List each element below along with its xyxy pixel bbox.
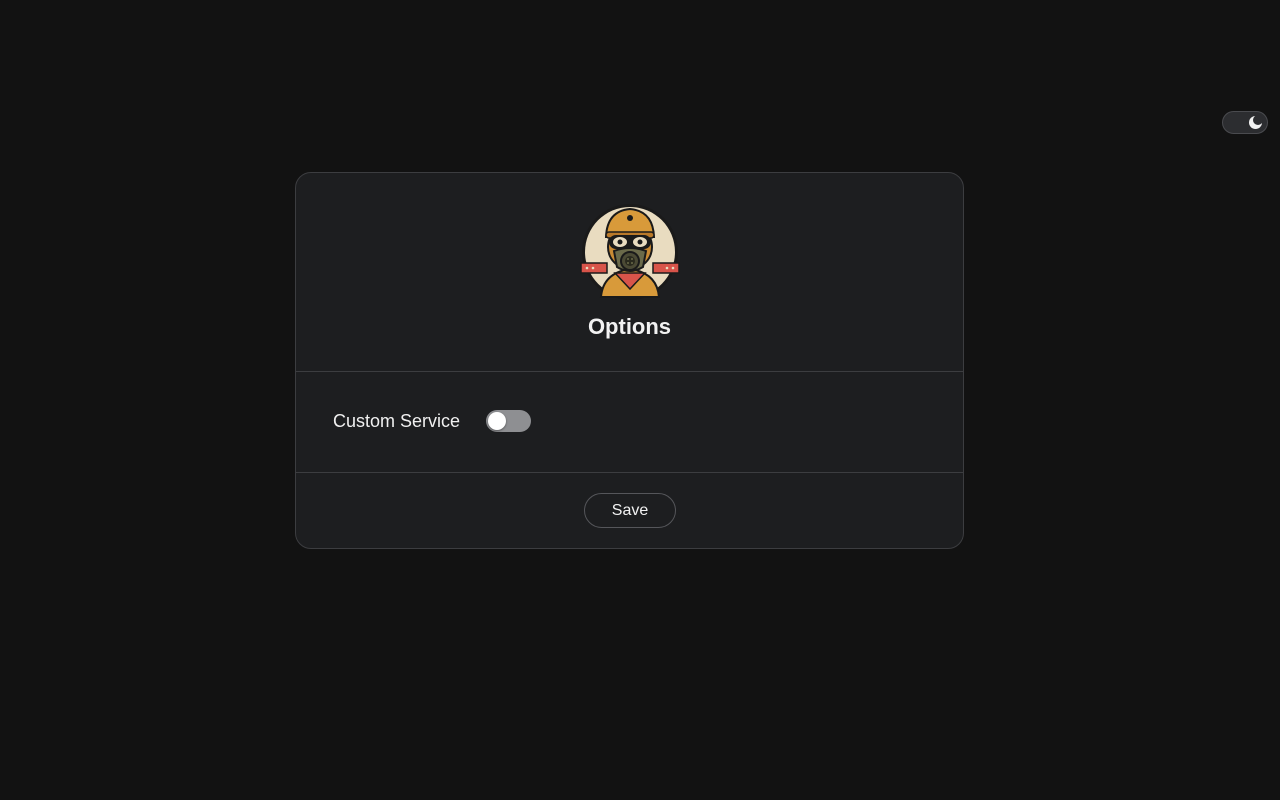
- theme-toggle[interactable]: [1222, 111, 1268, 134]
- toggle-thumb: [488, 412, 506, 430]
- options-card: Options Custom Service Save: [295, 172, 964, 549]
- custom-service-toggle[interactable]: [486, 410, 531, 432]
- moon-icon: [1247, 114, 1264, 131]
- custom-service-row: Custom Service: [296, 372, 963, 473]
- custom-service-label: Custom Service: [333, 411, 461, 431]
- options-header: Options: [296, 173, 963, 372]
- save-button[interactable]: Save: [584, 493, 676, 528]
- options-footer: Save: [296, 473, 963, 548]
- gas-mask-logo: [579, 201, 681, 303]
- page-title: Options: [587, 314, 672, 339]
